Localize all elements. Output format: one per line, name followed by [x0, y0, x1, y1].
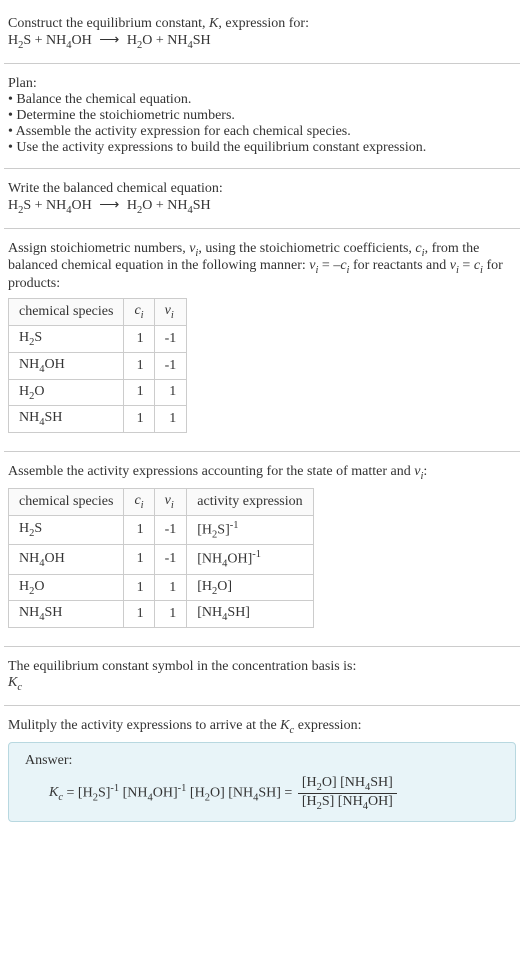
table-header-row: chemical species ci νi [9, 299, 187, 326]
cell-ci: 1 [124, 325, 154, 352]
divider [4, 646, 520, 647]
divider [4, 451, 520, 452]
balanced-section: Write the balanced chemical equation: H2… [4, 173, 520, 224]
title-section: Construct the equilibrium constant, K, e… [4, 8, 520, 59]
col-vi: νi [154, 299, 187, 326]
fraction-numerator: [H2O] [NH4SH] [298, 775, 397, 794]
reaction-unbalanced: H2S + NH4OH ⟶ H2O + NH4SH [8, 32, 516, 51]
table-row: H2O 1 1 [9, 379, 187, 406]
cell-ci: 1 [124, 574, 154, 601]
kc-symbol-section: The equilibrium constant symbol in the c… [4, 651, 520, 701]
cell-species: NH4OH [9, 352, 124, 379]
plan-header: Plan: [8, 76, 516, 92]
cell-ci: 1 [124, 406, 154, 433]
kc-expression: Kc = [H2S]-1 [NH4OH]-1 [H2O] [NH4SH] = [… [25, 775, 499, 812]
col-ci: ci [124, 488, 154, 515]
activity-table: chemical species ci νi activity expressi… [8, 488, 314, 628]
cell-activity: [H2S]-1 [187, 515, 313, 544]
cell-vi: 1 [154, 601, 187, 628]
cell-species: NH4OH [9, 545, 124, 574]
cell-vi: 1 [154, 574, 187, 601]
cell-vi: -1 [154, 515, 187, 544]
cell-ci: 1 [124, 379, 154, 406]
plan-item: • Assemble the activity expression for e… [8, 124, 516, 140]
divider [4, 168, 520, 169]
table-row: H2S 1 -1 [H2S]-1 [9, 515, 314, 544]
cell-species: NH4SH [9, 406, 124, 433]
col-vi: νi [154, 488, 187, 515]
reaction-balanced: H2S + NH4OH ⟶ H2O + NH4SH [8, 197, 516, 216]
activity-header: Assemble the activity expressions accoun… [8, 464, 516, 482]
activity-section: Assemble the activity expressions accoun… [4, 456, 520, 642]
answer-box: Answer: Kc = [H2S]-1 [NH4OH]-1 [H2O] [NH… [8, 742, 516, 823]
cell-activity: [NH4SH] [187, 601, 313, 628]
cell-vi: -1 [154, 325, 187, 352]
table-row: NH4OH 1 -1 [9, 352, 187, 379]
balanced-header: Write the balanced chemical equation: [8, 181, 516, 197]
cell-activity: [NH4OH]-1 [187, 545, 313, 574]
title-text: Construct the equilibrium constant, K, e… [8, 16, 516, 32]
plan-item: • Determine the stoichiometric numbers. [8, 108, 516, 124]
table-row: H2O 1 1 [H2O] [9, 574, 314, 601]
fraction-denominator: [H2S] [NH4OH] [298, 794, 397, 812]
col-species: chemical species [9, 299, 124, 326]
cell-ci: 1 [124, 515, 154, 544]
multiply-header: Mulitply the activity expressions to arr… [8, 718, 516, 736]
cell-vi: 1 [154, 406, 187, 433]
cell-activity: [H2O] [187, 574, 313, 601]
kc-symbol: Kc [8, 675, 516, 693]
plan-item: • Use the activity expressions to build … [8, 140, 516, 156]
kc-symbol-header: The equilibrium constant symbol in the c… [8, 659, 516, 675]
table-row: NH4OH 1 -1 [NH4OH]-1 [9, 545, 314, 574]
table-header-row: chemical species ci νi activity expressi… [9, 488, 314, 515]
page-content: Construct the equilibrium constant, K, e… [0, 0, 524, 844]
table-row: NH4SH 1 1 [NH4SH] [9, 601, 314, 628]
cell-species: NH4SH [9, 601, 124, 628]
cell-species: H2O [9, 379, 124, 406]
col-species: chemical species [9, 488, 124, 515]
cell-species: H2O [9, 574, 124, 601]
divider [4, 228, 520, 229]
multiply-section: Mulitply the activity expressions to arr… [4, 710, 520, 836]
stoich-table: chemical species ci νi H2S 1 -1 NH4OH 1 … [8, 298, 187, 433]
cell-vi: -1 [154, 352, 187, 379]
cell-ci: 1 [124, 545, 154, 574]
cell-vi: -1 [154, 545, 187, 574]
cell-ci: 1 [124, 352, 154, 379]
cell-species: H2S [9, 325, 124, 352]
divider [4, 63, 520, 64]
plan-item: • Balance the chemical equation. [8, 92, 516, 108]
table-row: NH4SH 1 1 [9, 406, 187, 433]
fraction: [H2O] [NH4SH] [H2S] [NH4OH] [298, 775, 397, 812]
plan-section: Plan: • Balance the chemical equation. •… [4, 68, 520, 164]
col-activity: activity expression [187, 488, 313, 515]
cell-vi: 1 [154, 379, 187, 406]
stoich-header: Assign stoichiometric numbers, νi, using… [8, 241, 516, 293]
answer-label: Answer: [25, 753, 499, 769]
stoich-section: Assign stoichiometric numbers, νi, using… [4, 233, 520, 448]
col-ci: ci [124, 299, 154, 326]
cell-ci: 1 [124, 601, 154, 628]
table-row: H2S 1 -1 [9, 325, 187, 352]
divider [4, 705, 520, 706]
cell-species: H2S [9, 515, 124, 544]
